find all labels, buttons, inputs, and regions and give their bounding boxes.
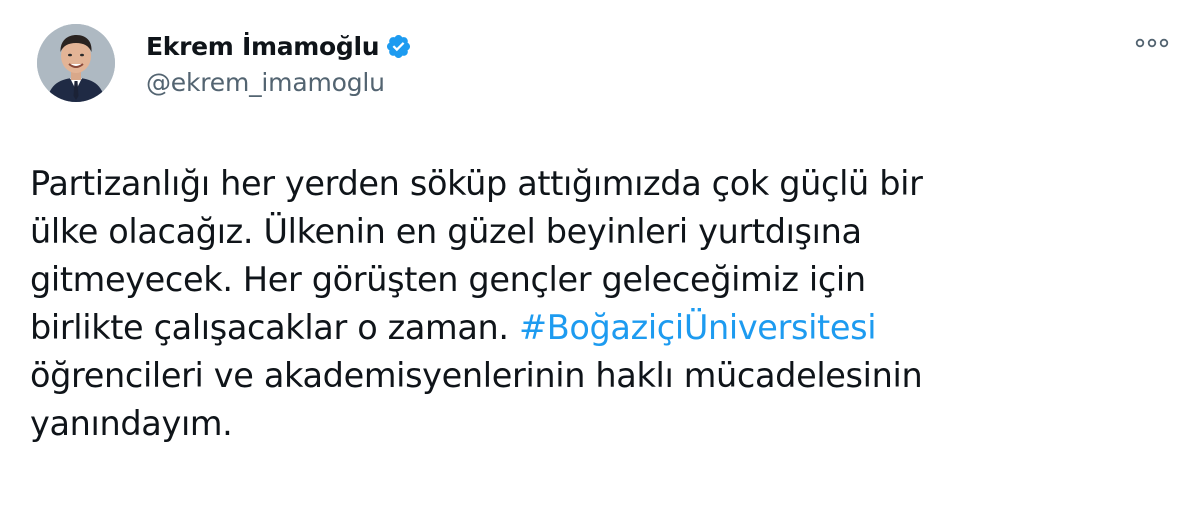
tweet-card: Ekrem İmamoğlu @ekrem_imamoglu Partizanl… (0, 0, 1200, 526)
more-options-button[interactable] (1134, 30, 1170, 56)
hashtag-link[interactable]: #BoğaziçiÜniversitesi (519, 308, 877, 347)
tweet-line: öğrencileri ve akademisyenlerinin haklı … (30, 356, 923, 395)
avatar-portrait-icon (37, 24, 115, 102)
display-name[interactable]: Ekrem İmamoğlu (146, 32, 380, 61)
tweet-line: ülke olacağız. Ülkenin en güzel beyinler… (30, 212, 862, 251)
tweet-line-with-hashtag: birlikte çalışacaklar o zaman. #Boğaziçi… (30, 304, 1180, 352)
user-handle[interactable]: @ekrem_imamoglu (146, 68, 412, 97)
tweet-line: gitmeyecek. Her görüşten gençler geleceğ… (30, 260, 866, 299)
more-options-icon (1135, 38, 1169, 48)
verified-badge-icon (385, 33, 412, 60)
tweet-line: yanındayım. (30, 404, 233, 443)
avatar[interactable] (37, 24, 115, 102)
tweet-line-text: birlikte çalışacaklar o zaman. (30, 308, 520, 347)
user-info: Ekrem İmamoğlu @ekrem_imamoglu (146, 28, 412, 97)
name-row: Ekrem İmamoğlu (146, 28, 412, 64)
tweet-line: Partizanlığı her yerden söküp attığımızd… (30, 164, 923, 203)
tweet-text: Partizanlığı her yerden söküp attığımızd… (30, 160, 1180, 448)
